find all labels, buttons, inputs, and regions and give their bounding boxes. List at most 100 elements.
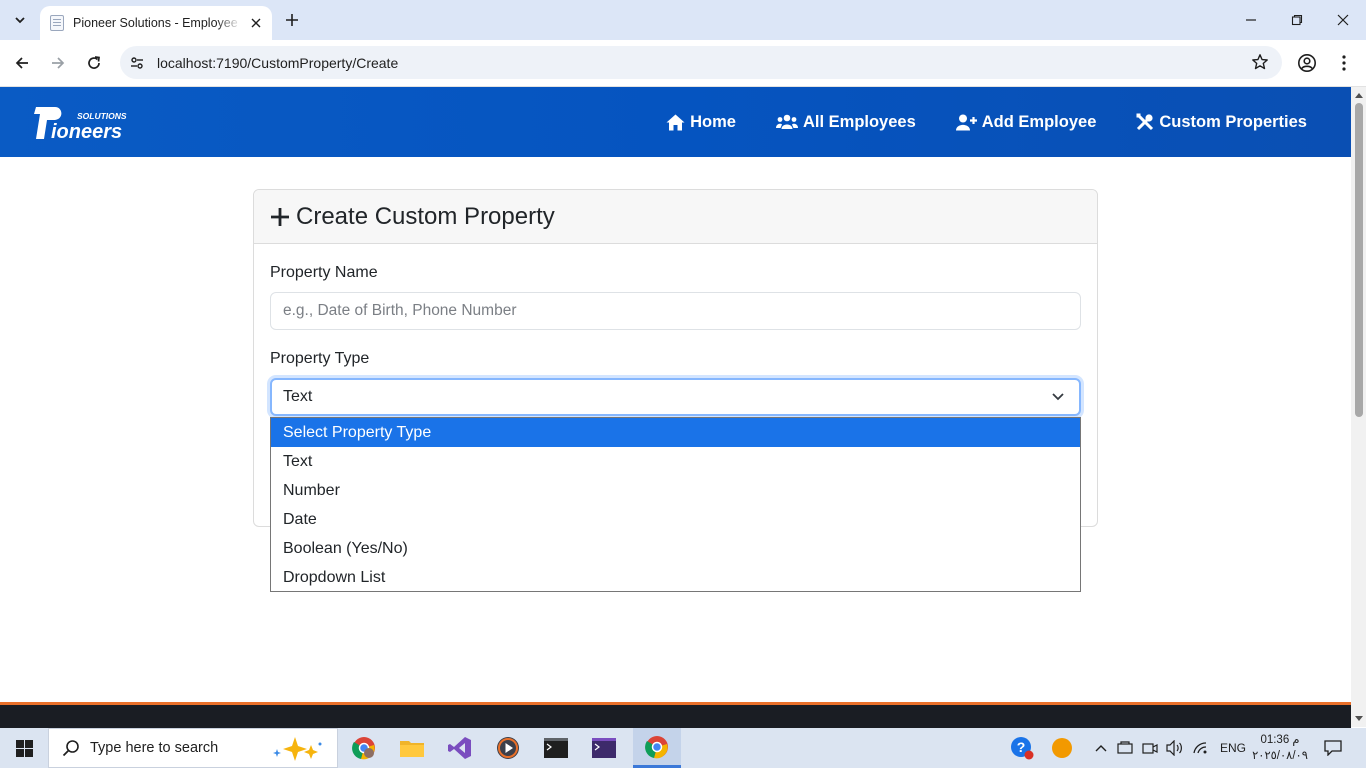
back-button[interactable] <box>8 49 36 77</box>
minimize-icon <box>1246 19 1256 21</box>
nav-custom-properties-label: Custom Properties <box>1159 112 1307 131</box>
tools-icon <box>1136 113 1154 131</box>
copilot-sparkle-icon <box>273 737 322 761</box>
url-text: localhost:7190/CustomProperty/Create <box>157 54 399 71</box>
notifications-icon <box>1324 740 1342 756</box>
nav-all-employees[interactable]: All Employees <box>775 112 916 132</box>
option-select-property-type[interactable]: Select Property Type <box>271 418 1080 447</box>
browser-tab[interactable]: Pioneer Solutions - Employee Management <box>40 6 272 40</box>
option-text[interactable]: Text <box>271 447 1080 476</box>
profile-button[interactable] <box>1293 49 1321 77</box>
system-tray: ? ENG <box>1010 728 1246 768</box>
forward-arrow-icon <box>52 57 65 69</box>
page-title: Create Custom Property <box>296 202 555 230</box>
notification-center-button[interactable] <box>1310 728 1356 768</box>
nav-add-employee[interactable]: Add Employee <box>955 112 1097 132</box>
taskbar-search[interactable]: Type here to search <box>48 728 338 768</box>
address-bar[interactable]: localhost:7190/CustomProperty/Create <box>120 46 1282 79</box>
page-favicon-icon <box>50 15 64 31</box>
scroll-up-icon[interactable] <box>1354 90 1363 100</box>
start-button[interactable] <box>0 728 48 768</box>
restore-icon <box>1291 14 1303 26</box>
nav-links: Home All Employees Add Employee Custom P… <box>626 87 1307 157</box>
search-placeholder: Type here to search <box>90 740 219 756</box>
status-dot-icon[interactable] <box>1051 737 1073 759</box>
svg-text:?: ? <box>1017 739 1026 755</box>
forward-button[interactable] <box>44 49 72 77</box>
new-tab-button[interactable] <box>280 8 304 32</box>
wifi-icon[interactable] <box>1192 741 1208 755</box>
folder-icon <box>400 741 424 757</box>
restore-button[interactable] <box>1274 0 1320 40</box>
back-arrow-icon <box>15 57 28 69</box>
property-name-label: Property Name <box>270 264 378 281</box>
terminal-icon <box>544 738 568 758</box>
chevron-down-icon <box>15 17 25 24</box>
windows-taskbar: Type here to search ? ENG 01:36 م ٢٠٢٥/٠… <box>0 728 1366 768</box>
nav-home-label: Home <box>690 112 736 131</box>
taskbar-visual-studio[interactable] <box>436 728 484 768</box>
property-type-value: Text <box>283 388 313 405</box>
scroll-down-icon[interactable] <box>1354 714 1363 724</box>
svg-text:ioneers: ioneers <box>51 121 122 141</box>
svg-text:SOLUTIONS: SOLUTIONS <box>77 111 127 121</box>
chevron-down-icon <box>1052 393 1064 401</box>
minimize-button[interactable] <box>1228 0 1274 40</box>
network-icon[interactable] <box>1117 741 1133 755</box>
nav-home[interactable]: Home <box>666 113 736 132</box>
windows-logo-icon <box>15 739 33 757</box>
close-icon <box>1337 14 1349 26</box>
browser-tabstrip: Pioneer Solutions - Employee Management <box>0 0 1366 40</box>
clock-time: 01:36 م <box>1260 734 1300 746</box>
option-number[interactable]: Number <box>271 476 1080 505</box>
pioneers-logo[interactable]: SOLUTIONS ioneers <box>33 105 135 141</box>
chevron-up-icon[interactable] <box>1095 744 1107 752</box>
page-scrollbar[interactable] <box>1351 87 1366 727</box>
reload-button[interactable] <box>80 49 108 77</box>
play-icon <box>497 737 519 759</box>
property-type-select[interactable]: Text <box>270 378 1081 416</box>
reload-icon <box>88 56 100 69</box>
tab-search-button[interactable] <box>6 7 34 33</box>
taskbar-file-explorer[interactable] <box>388 728 436 768</box>
close-window-button[interactable] <box>1320 0 1366 40</box>
search-icon <box>62 740 79 757</box>
nav-all-employees-label: All Employees <box>802 112 916 131</box>
option-boolean[interactable]: Boolean (Yes/No) <box>271 534 1080 563</box>
plus-icon <box>286 14 298 26</box>
site-info-icon[interactable] <box>125 51 149 75</box>
browser-toolbar: localhost:7190/CustomProperty/Create <box>0 40 1366 87</box>
nav-custom-properties[interactable]: Custom Properties <box>1136 113 1307 132</box>
property-name-input[interactable] <box>270 292 1081 330</box>
property-type-label: Property Type <box>270 350 370 367</box>
browser-menu-button[interactable] <box>1330 49 1358 77</box>
card-header: Create Custom Property <box>254 190 1097 244</box>
visual-studio-icon <box>448 737 471 759</box>
clock[interactable]: 01:36 م ٢٠٢٥/٠٨/٠٩ <box>1248 732 1312 764</box>
help-icon[interactable]: ? <box>1010 736 1034 760</box>
property-type-options: Select Property Type Text Number Date Bo… <box>270 417 1081 592</box>
scroll-thumb[interactable] <box>1355 103 1363 417</box>
taskbar-chrome-profile[interactable] <box>340 728 388 768</box>
plus-icon <box>271 207 289 226</box>
taskbar-developer-shell[interactable] <box>580 728 628 768</box>
taskbar-media-player[interactable] <box>484 728 532 768</box>
nav-add-employee-label: Add Employee <box>981 112 1097 131</box>
dev-shell-icon <box>592 738 616 758</box>
bookmark-star-icon[interactable] <box>1250 52 1270 72</box>
volume-icon[interactable] <box>1166 740 1184 756</box>
option-dropdown-list[interactable]: Dropdown List <box>271 563 1080 592</box>
taskbar-terminal[interactable] <box>532 728 580 768</box>
taskbar-chrome[interactable] <box>633 728 681 768</box>
chrome-icon <box>352 737 375 760</box>
app-navbar: SOLUTIONS ioneers Home All Employees Add… <box>0 87 1351 157</box>
tab-title: Pioneer Solutions - Employee Management <box>73 16 241 30</box>
option-date[interactable]: Date <box>271 505 1080 534</box>
close-tab-icon[interactable] <box>248 15 264 31</box>
user-plus-icon <box>955 114 977 130</box>
more-vertical-icon <box>1342 55 1346 71</box>
meet-now-icon[interactable] <box>1142 741 1158 755</box>
language-indicator[interactable]: ENG <box>1220 741 1246 755</box>
home-icon <box>666 114 685 130</box>
users-icon <box>775 114 798 129</box>
